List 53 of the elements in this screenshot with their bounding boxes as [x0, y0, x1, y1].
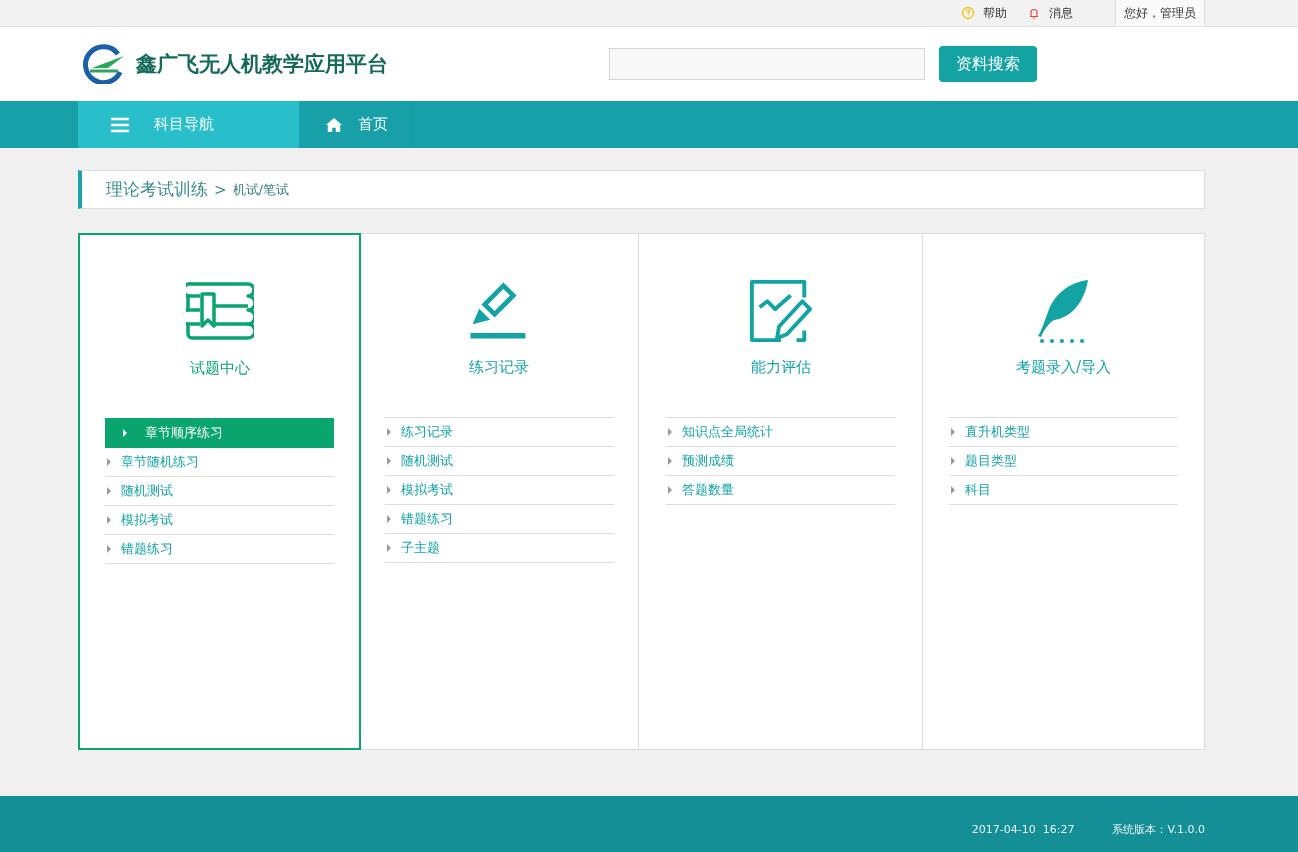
- menu-item[interactable]: 知识点全局统计: [666, 418, 895, 447]
- caret-icon: [107, 487, 111, 495]
- caret-icon: [386, 515, 391, 523]
- search-button[interactable]: 资料搜索: [939, 46, 1037, 82]
- caret-icon: [107, 545, 111, 553]
- menu-item[interactable]: 直升机类型: [949, 418, 1178, 447]
- bell-icon[interactable]: [1027, 6, 1041, 20]
- logo-text: 鑫广飞无人机教学应用平台: [136, 51, 388, 78]
- panel-title: 练习记录: [469, 358, 529, 377]
- help-icon[interactable]: [961, 6, 975, 20]
- caret-icon: [123, 429, 127, 437]
- menu-item[interactable]: 错题练习: [384, 505, 614, 534]
- menu-item[interactable]: 错题练习: [105, 535, 334, 564]
- footer-version: 系统版本：V.1.0.0: [1112, 821, 1205, 837]
- menu-item[interactable]: 题目类型: [949, 447, 1178, 476]
- caret-icon: [951, 486, 955, 494]
- menu-item[interactable]: 子主题: [384, 534, 614, 563]
- caret-icon: [107, 516, 111, 524]
- caret-icon: [386, 428, 391, 436]
- home-icon: [324, 116, 344, 133]
- user-greeting[interactable]: 您好，管理员: [1115, 0, 1205, 26]
- menu-item[interactable]: 练习记录: [384, 418, 614, 447]
- menu-item[interactable]: 预测成绩: [666, 447, 895, 476]
- caret-icon: [951, 457, 955, 465]
- menu-item[interactable]: 章节顺序练习: [105, 418, 334, 448]
- help-link[interactable]: 帮助: [983, 4, 1007, 22]
- search-field[interactable]: [609, 48, 925, 80]
- caret-icon: [668, 457, 672, 465]
- breadcrumb-section[interactable]: 理论考试训练: [106, 178, 208, 201]
- caret-icon: [386, 486, 391, 494]
- messages-link[interactable]: 消息: [1049, 4, 1073, 22]
- panel-title: 考题录入/导入: [1015, 358, 1112, 377]
- caret-icon: [386, 457, 391, 465]
- caret-icon: [107, 458, 111, 466]
- menu-icon: [110, 116, 130, 133]
- menu-item[interactable]: 模拟考试: [105, 506, 334, 535]
- caret-icon: [386, 544, 391, 552]
- panel-title: 能力评估: [750, 358, 811, 377]
- footer-datetime: 2017-04-10 16:27: [971, 822, 1075, 836]
- home-tab[interactable]: 首页: [300, 101, 413, 148]
- menu-item[interactable]: 随机测试: [384, 447, 614, 476]
- menu-item[interactable]: 模拟考试: [384, 476, 614, 505]
- subject-nav-tab[interactable]: 科目导航: [78, 101, 300, 148]
- caret-icon: [668, 428, 672, 436]
- caret-icon: [668, 486, 672, 494]
- menu-item[interactable]: 科目: [949, 476, 1178, 505]
- breadcrumb-current: 机试/笔试: [232, 180, 289, 199]
- panel-title: 试题中心: [189, 359, 250, 378]
- menu-item[interactable]: 随机测试: [105, 477, 334, 506]
- caret-icon: [951, 428, 955, 436]
- menu-item[interactable]: 答题数量: [666, 476, 895, 505]
- breadcrumb-separator: >: [214, 180, 227, 199]
- menu-item[interactable]: 章节随机练习: [105, 448, 334, 477]
